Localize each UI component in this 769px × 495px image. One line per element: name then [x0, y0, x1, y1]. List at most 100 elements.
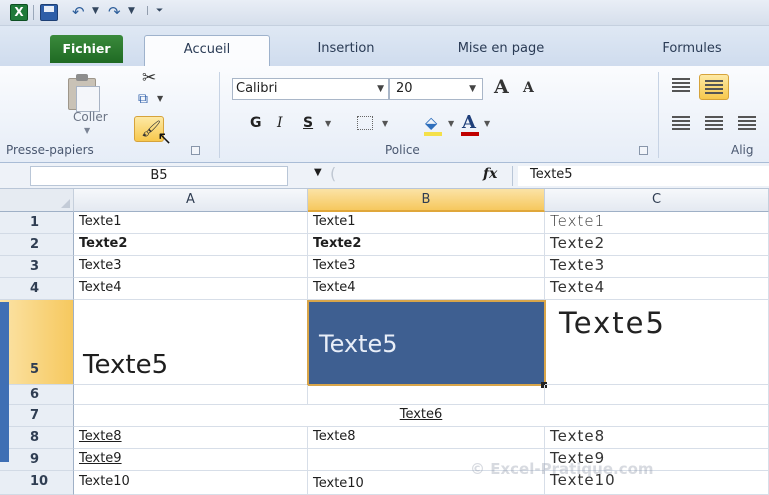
font-color-dropdown-icon[interactable]: ▼: [484, 119, 490, 128]
row-header-9[interactable]: 9: [0, 449, 74, 471]
shrink-font-button[interactable]: A: [523, 80, 534, 96]
clipboard-launcher-icon[interactable]: [191, 146, 200, 155]
align-center-icon[interactable]: [705, 116, 723, 130]
cell-a3[interactable]: Texte3: [74, 256, 308, 278]
cell-text: Texte8: [550, 427, 606, 445]
row-header-2[interactable]: 2: [0, 234, 74, 256]
cell-text: Texte2: [313, 236, 362, 251]
cell-text: Texte5: [83, 350, 169, 380]
paste-dropdown-icon[interactable]: ▼: [84, 126, 90, 135]
group-separator: [658, 72, 659, 158]
cell-b6[interactable]: [308, 385, 545, 405]
cell-a6[interactable]: [74, 385, 308, 405]
formula-input[interactable]: Texte5: [518, 166, 769, 186]
customize-toolbar-icon[interactable]: ⏷: [156, 6, 163, 16]
row-header-7[interactable]: 7: [0, 405, 74, 427]
cell-c3[interactable]: Texte3: [545, 256, 769, 278]
row-header-8[interactable]: 8: [0, 427, 74, 449]
row-header-4[interactable]: 4: [0, 278, 74, 300]
paste-button-label[interactable]: Coller: [73, 110, 108, 124]
cell-a9[interactable]: Texte9: [74, 449, 308, 471]
fill-color-icon[interactable]: ⬙: [425, 113, 437, 132]
font-color-button[interactable]: A: [462, 112, 476, 133]
cell-b1[interactable]: Texte1: [308, 212, 545, 234]
cell-a7-c7-merged[interactable]: Texte6: [74, 405, 769, 427]
cell-c6[interactable]: [545, 385, 769, 405]
font-size-select[interactable]: 20 ▼: [389, 78, 483, 100]
underline-button[interactable]: S: [303, 112, 313, 134]
ribbon: Coller ▼ ✂ ⧉ ▼ 🖌 ↖ Presse-papiers Calibr…: [0, 66, 769, 163]
cell-b8[interactable]: Texte8: [308, 427, 545, 449]
formula-bar: B5 ▼ ( fx Texte5: [0, 163, 769, 189]
spreadsheet-grid: A B C 1 2 3 4 5 6 7 8 9 10 Texte1 Texte1…: [0, 189, 769, 495]
tab-formules[interactable]: Formules: [648, 35, 736, 63]
column-header-c[interactable]: C: [545, 189, 769, 212]
fill-color-swatch: [424, 132, 442, 136]
row-header-3[interactable]: 3: [0, 256, 74, 278]
cut-icon[interactable]: ✂: [142, 68, 156, 88]
name-box-dropdown-icon[interactable]: ▼: [314, 167, 322, 178]
column-header-a[interactable]: A: [74, 189, 308, 212]
grow-font-button[interactable]: A: [494, 76, 509, 98]
cell-c5[interactable]: Texte5: [545, 300, 769, 385]
cell-b3[interactable]: Texte3: [308, 256, 545, 278]
cell-text: Texte5: [319, 330, 398, 358]
quick-access-toolbar: X ↶ ▼ ↷ ▼ | ⏷: [0, 0, 769, 26]
cell-b5-selected[interactable]: Texte5: [307, 300, 546, 386]
borders-dropdown-icon[interactable]: ▼: [382, 119, 388, 128]
copy-dropdown-icon[interactable]: ▼: [157, 94, 163, 103]
name-box[interactable]: B5: [30, 166, 288, 186]
cell-text: Texte1: [550, 212, 606, 230]
undo-dropdown-icon[interactable]: ▼: [92, 6, 99, 16]
excel-logo-icon[interactable]: X: [10, 4, 28, 21]
undo-icon[interactable]: ↶: [72, 3, 85, 21]
font-name-dropdown-icon[interactable]: ▼: [377, 79, 384, 99]
fill-color-dropdown-icon[interactable]: ▼: [448, 119, 454, 128]
borders-icon[interactable]: [357, 116, 373, 130]
bold-button[interactable]: G: [250, 112, 262, 134]
underline-dropdown-icon[interactable]: ▼: [325, 119, 331, 128]
font-size-dropdown-icon[interactable]: ▼: [469, 79, 476, 99]
cell-text: Texte3: [313, 258, 356, 273]
tab-fichier[interactable]: Fichier: [50, 35, 123, 63]
tab-insertion[interactable]: Insertion: [298, 35, 394, 63]
cell-text: Texte2: [550, 234, 606, 252]
font-name-select[interactable]: Calibri ▼: [232, 78, 389, 100]
tab-mise-en-page[interactable]: Mise en page: [447, 35, 555, 63]
align-middle-button[interactable]: [699, 74, 729, 100]
cell-text: Texte8: [79, 429, 122, 444]
align-right-icon[interactable]: [738, 116, 756, 130]
row-header-5[interactable]: 5: [0, 300, 74, 385]
select-all-corner[interactable]: [0, 189, 74, 212]
redo-dropdown-icon[interactable]: ▼: [128, 6, 135, 16]
italic-button[interactable]: I: [277, 112, 283, 134]
paste-icon[interactable]: [64, 74, 104, 112]
cell-a8[interactable]: Texte8: [74, 427, 308, 449]
tab-accueil[interactable]: Accueil: [144, 35, 270, 66]
cell-c4[interactable]: Texte4: [545, 278, 769, 300]
column-header-b[interactable]: B: [308, 189, 545, 212]
cell-a5[interactable]: Texte5: [74, 300, 308, 385]
save-icon[interactable]: [40, 4, 58, 21]
cell-text: Texte5: [559, 306, 666, 340]
font-launcher-icon[interactable]: [639, 146, 648, 155]
cell-a4[interactable]: Texte4: [74, 278, 308, 300]
insert-function-button[interactable]: fx: [483, 166, 497, 182]
cell-c1[interactable]: Texte1: [545, 212, 769, 234]
align-top-icon[interactable]: [672, 78, 690, 92]
align-left-icon[interactable]: [672, 116, 690, 130]
cell-a1[interactable]: Texte1: [74, 212, 308, 234]
cell-b2[interactable]: Texte2: [308, 234, 545, 256]
cell-a10[interactable]: Texte10: [74, 471, 308, 495]
font-name-value: Calibri: [236, 81, 278, 96]
redo-icon[interactable]: ↷: [108, 3, 121, 21]
cell-a2[interactable]: Texte2: [74, 234, 308, 256]
copy-icon[interactable]: ⧉: [138, 91, 148, 107]
cell-b4[interactable]: Texte4: [308, 278, 545, 300]
row-header-1[interactable]: 1: [0, 212, 74, 234]
row-header-10[interactable]: 10: [0, 471, 74, 495]
cell-text: Texte10: [313, 476, 364, 491]
row-header-6[interactable]: 6: [0, 385, 74, 405]
cell-c8[interactable]: Texte8: [545, 427, 769, 449]
cell-c2[interactable]: Texte2: [545, 234, 769, 256]
